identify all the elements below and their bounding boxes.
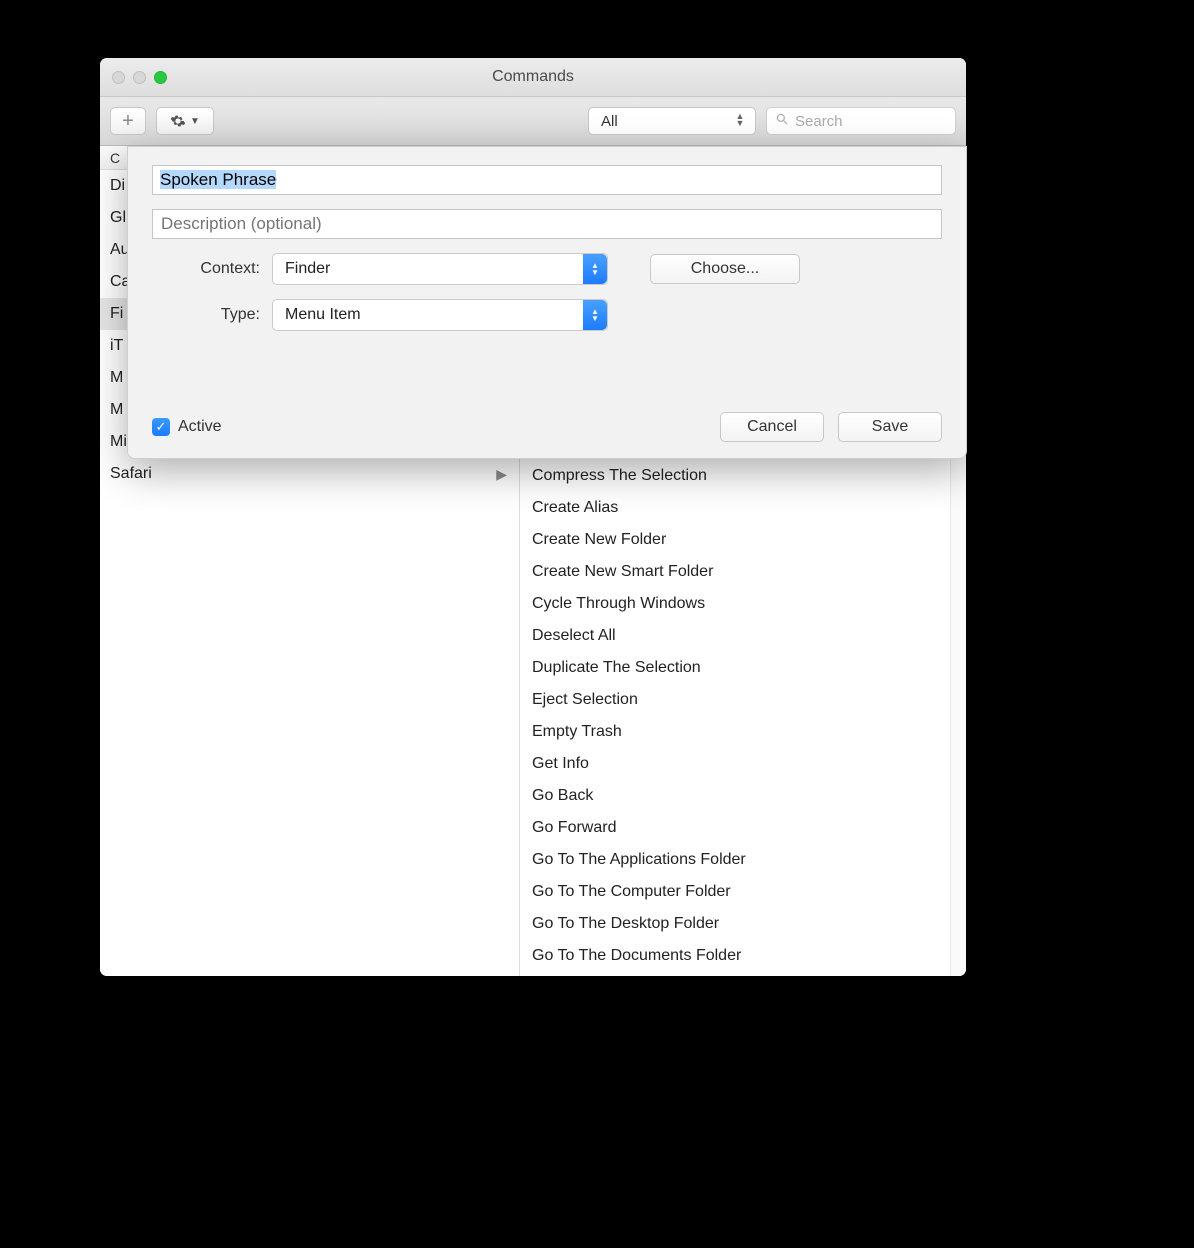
command-item-label: Eject Selection: [532, 691, 638, 709]
context-popup[interactable]: Finder ▲▼: [272, 253, 608, 285]
gear-icon: [170, 113, 186, 129]
choose-button[interactable]: Choose...: [650, 254, 800, 284]
command-item-label: Empty Trash: [532, 723, 622, 741]
command-item[interactable]: Go Back: [520, 780, 966, 812]
context-label: Context:: [152, 260, 260, 278]
app-item-label: iT: [110, 337, 123, 355]
command-item[interactable]: Go To The Computer Folder: [520, 876, 966, 908]
active-label: Active: [178, 418, 222, 436]
description-input[interactable]: [152, 209, 942, 239]
context-popup-value: Finder: [285, 260, 330, 278]
updown-icon: ▲▼: [583, 300, 607, 330]
command-item-label: Go Forward: [532, 819, 616, 837]
active-checkbox[interactable]: ✓: [152, 418, 170, 436]
commands-list: Clear Recent Folders MenuCompress The Se…: [520, 428, 966, 972]
add-button[interactable]: +: [110, 107, 146, 135]
command-item-label: Go To The Desktop Folder: [532, 915, 719, 933]
check-icon: ✓: [156, 419, 167, 435]
cancel-button[interactable]: Cancel: [720, 412, 824, 442]
command-item[interactable]: Duplicate The Selection: [520, 652, 966, 684]
command-item-label: Go To The Documents Folder: [532, 947, 741, 965]
filter-select[interactable]: All ▲▼: [588, 107, 756, 135]
type-popup[interactable]: Menu Item ▲▼: [272, 299, 608, 331]
chevron-right-icon: ▶: [496, 466, 507, 483]
filter-select-value: All: [601, 113, 618, 130]
titlebar: Commands: [100, 58, 966, 97]
command-item-label: Go Back: [532, 787, 593, 805]
spoken-phrase-selected-text: Spoken Phrase: [160, 170, 276, 190]
command-item[interactable]: Go To The Desktop Folder: [520, 908, 966, 940]
app-item-label: Safari: [110, 465, 152, 483]
app-item-label: Fi: [110, 305, 123, 323]
command-item[interactable]: Go Forward: [520, 812, 966, 844]
command-item[interactable]: Empty Trash: [520, 716, 966, 748]
command-item-label: Create New Smart Folder: [532, 563, 713, 581]
command-item[interactable]: Compress The Selection: [520, 460, 966, 492]
command-item-label: Get Info: [532, 755, 589, 773]
type-label: Type:: [152, 306, 260, 324]
command-item-label: Compress The Selection: [532, 467, 707, 485]
command-item-label: Cycle Through Windows: [532, 595, 705, 613]
search-icon: [775, 112, 789, 130]
app-item[interactable]: Safari ▶: [100, 458, 519, 490]
command-item-label: Go To The Applications Folder: [532, 851, 746, 869]
updown-icon: ▲▼: [733, 114, 747, 128]
command-item[interactable]: Create Alias: [520, 492, 966, 524]
command-item-label: Go To The Computer Folder: [532, 883, 731, 901]
new-command-sheet: Spoken Phrase Context: Finder ▲▼ Choose.…: [127, 146, 967, 459]
command-item[interactable]: Create New Smart Folder: [520, 556, 966, 588]
command-item-label: Create New Folder: [532, 531, 666, 549]
type-popup-value: Menu Item: [285, 306, 361, 324]
command-item[interactable]: Cycle Through Windows: [520, 588, 966, 620]
command-item-label: Duplicate The Selection: [532, 659, 701, 677]
app-item-label: M: [110, 401, 123, 419]
updown-icon: ▲▼: [583, 254, 607, 284]
command-item-label: Create Alias: [532, 499, 618, 517]
window-title: Commands: [100, 68, 966, 86]
command-item[interactable]: Eject Selection: [520, 684, 966, 716]
command-item[interactable]: Get Info: [520, 748, 966, 780]
app-item-label: M: [110, 369, 123, 387]
command-item[interactable]: Deselect All: [520, 620, 966, 652]
toolbar: + ▼ All ▲▼ Search: [100, 97, 966, 146]
app-item-label: Gl: [110, 209, 126, 227]
search-input[interactable]: Search: [766, 107, 956, 135]
action-menu-button[interactable]: ▼: [156, 107, 214, 135]
app-item-label: Di: [110, 177, 125, 195]
save-button[interactable]: Save: [838, 412, 942, 442]
search-placeholder: Search: [795, 113, 843, 130]
chevron-down-icon: ▼: [190, 116, 200, 127]
command-item[interactable]: Go To The Documents Folder: [520, 940, 966, 972]
command-item[interactable]: Create New Folder: [520, 524, 966, 556]
plus-icon: +: [122, 110, 134, 133]
command-item-label: Deselect All: [532, 627, 616, 645]
command-item[interactable]: Go To The Applications Folder: [520, 844, 966, 876]
